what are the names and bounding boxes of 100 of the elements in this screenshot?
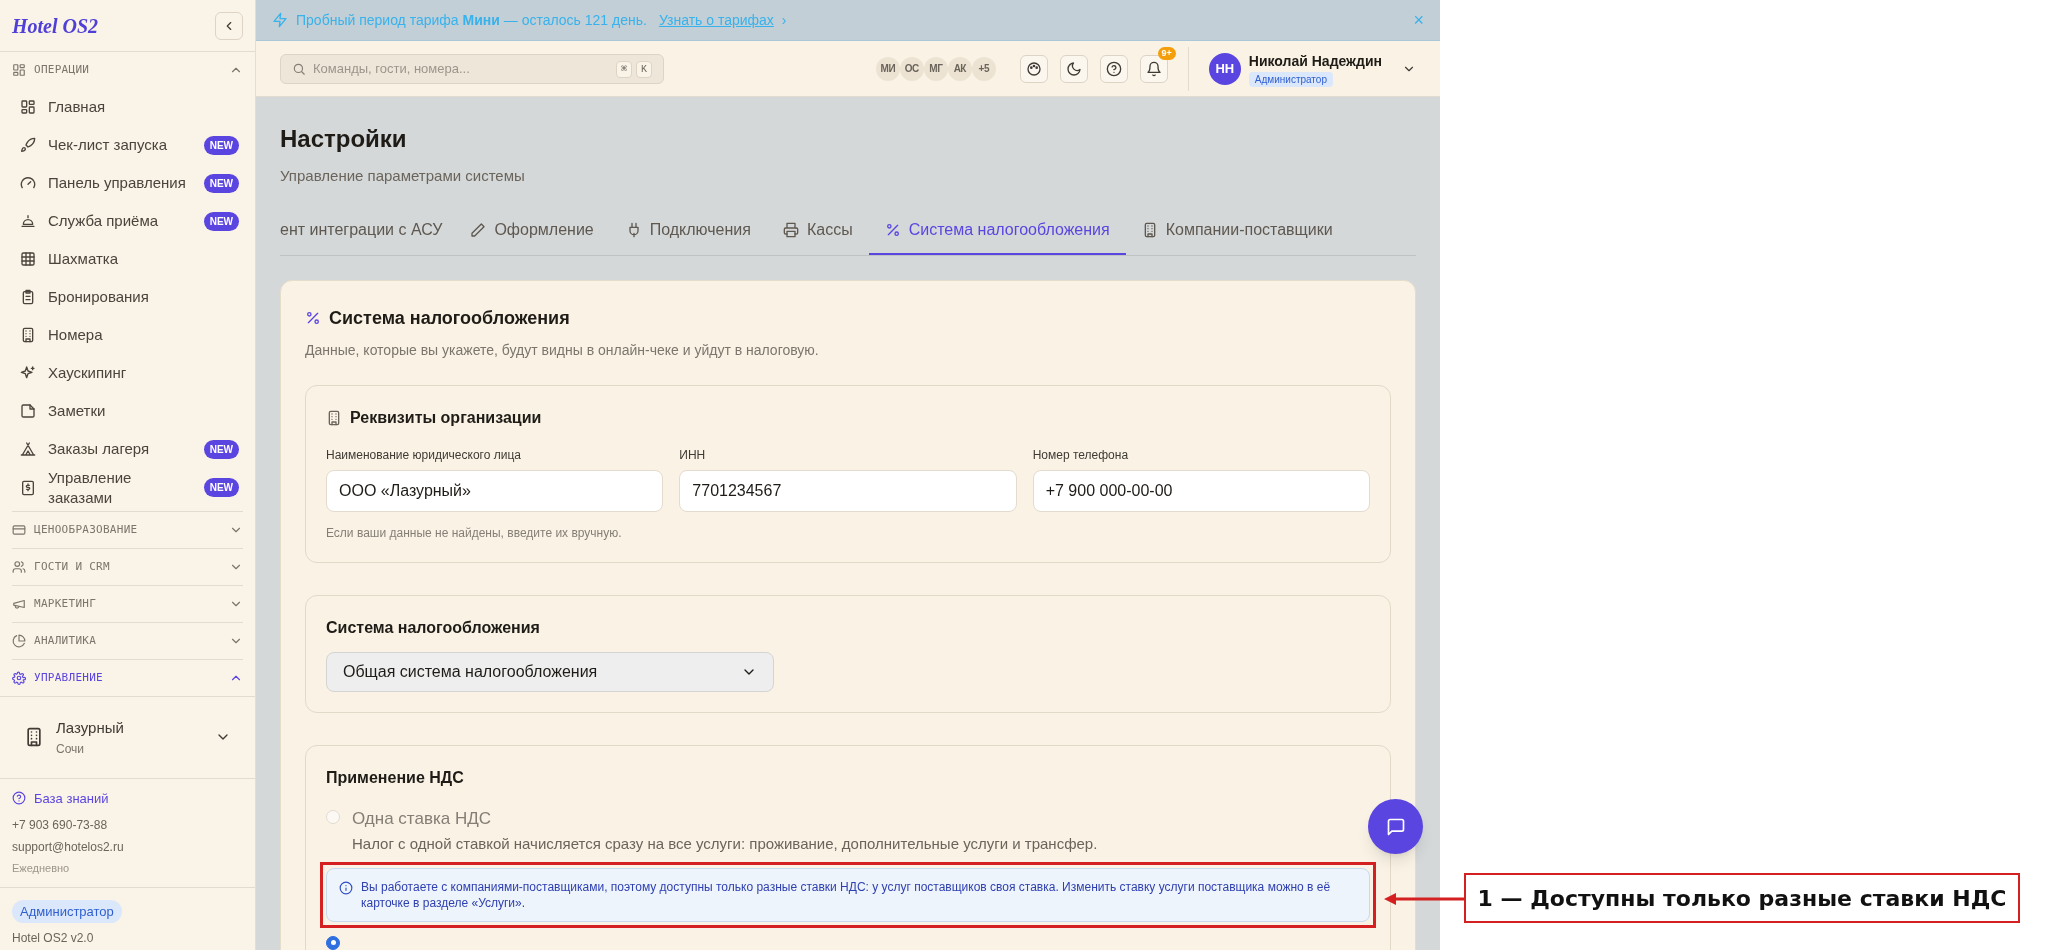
help-icon	[12, 791, 26, 806]
service-bell-icon	[20, 213, 36, 229]
user-menu[interactable]: НН Николай Надеждин Администратор	[1208, 50, 1416, 87]
user-avatar[interactable]: +5	[971, 56, 996, 81]
field-label: ИНН	[679, 446, 707, 464]
text-field[interactable]: +7 900 000-00-00	[1032, 469, 1370, 512]
chevron-icon: ›	[781, 9, 787, 31]
gauge-icon	[20, 175, 36, 191]
new-badge: NEW	[203, 211, 239, 231]
grid-icon	[20, 99, 36, 115]
sidebar-item[interactable]: Хаускипинг	[12, 354, 243, 392]
user-avatar: НН	[1208, 52, 1241, 85]
support-email: support@hotelos2.ru	[12, 839, 125, 856]
support-phone: +7 903 690-73-88	[12, 817, 109, 834]
sidebar-item[interactable]: Бронирования	[12, 278, 243, 316]
field-label: Наименование юридического лица	[326, 446, 522, 464]
property-city: Сочи	[56, 740, 86, 758]
sidebar-item[interactable]: Шахматка	[12, 240, 243, 278]
sidebar-item[interactable]: Чек-лист запуска NEW	[12, 126, 243, 164]
new-badge: NEW	[203, 173, 239, 193]
card-title: Система налогообложения	[329, 306, 570, 330]
field-hint: Если ваши данные не найдены, введите их вручную.	[326, 524, 623, 542]
property-selector[interactable]: Лазурный Сочи	[24, 717, 231, 758]
help-button[interactable]	[1099, 54, 1128, 83]
search-icon	[292, 61, 306, 76]
building-icon	[24, 727, 44, 748]
pie-chart-icon	[12, 634, 26, 648]
sidebar-item[interactable]: Номера	[12, 316, 243, 354]
percent-icon	[305, 310, 321, 326]
tax-system-select[interactable]: Общая система налогообложения	[326, 651, 774, 692]
settings-tab[interactable]: Оформление	[454, 207, 610, 255]
user-name: Николай Надеждин	[1248, 51, 1382, 71]
new-badge: NEW	[203, 478, 239, 497]
user-role: Администратор	[1248, 71, 1333, 87]
chat-icon	[1385, 816, 1406, 837]
panel-title: Система налогообложения	[326, 617, 541, 638]
palette-icon	[1025, 60, 1042, 77]
app-version: Hotel OS2 v2.0	[12, 930, 94, 947]
sidebar-section-header[interactable]: ЦЕНООБРАЗОВАНИЕ	[12, 512, 243, 548]
sidebar-item[interactable]: Служба приёма NEW	[12, 202, 243, 240]
text-field[interactable]: 7701234567	[679, 469, 1017, 512]
annotation-label: 1 — Доступны только разные ставки НДС	[1464, 873, 2020, 923]
settings-tab[interactable]: Подключения	[609, 207, 767, 255]
panel-title: Применение НДС	[326, 767, 465, 788]
printer-icon	[782, 222, 799, 238]
sidebar-item[interactable]: Главная	[12, 88, 243, 126]
settings-tab[interactable]: Компании-поставщики	[1125, 207, 1349, 255]
sparkles-icon	[20, 365, 36, 381]
card-icon	[12, 523, 26, 537]
percent-icon	[884, 222, 901, 238]
radio-description: Налог с одной ставкой начисляется сразу на все услуги: проживание, дополнительные услуги и трансфер.	[352, 834, 1098, 854]
radio-button[interactable]	[326, 935, 340, 950]
sidebar-section-header[interactable]: ГОСТИ И CRM	[12, 549, 243, 585]
sidebar-section-header[interactable]: ОПЕРАЦИИ	[12, 52, 243, 88]
user-avatar[interactable]: ОС	[899, 56, 924, 81]
user-avatar[interactable]: МГ	[923, 56, 948, 81]
pencil-icon	[470, 222, 487, 238]
role-badge: Администратор	[12, 899, 122, 923]
card-description: Данные, которые вы укажете, будут видны в онлайн-чеке и уйдут в налоговую.	[305, 340, 820, 360]
theme-button[interactable]	[1019, 54, 1048, 83]
sidebar-section-header[interactable]: АНАЛИТИКА	[12, 623, 243, 659]
app-logo[interactable]: Hotel OS2	[12, 10, 99, 41]
notice-text: Вы работаете с компаниями-поставщиками, поэтому доступны только разные ставки НДС: у услуг поставщиков своя ставка. Изменить ставку услуги поставщика можно в её карточке в разделе «Услуги».	[361, 878, 1332, 911]
knowledge-base-link[interactable]: База знаний	[12, 788, 243, 808]
notification-count: 9+	[1157, 46, 1176, 60]
moon-icon	[1065, 60, 1082, 77]
page-subtitle: Управление параметрами системы	[280, 166, 526, 186]
new-badge: NEW	[203, 135, 239, 155]
info-icon	[339, 880, 353, 895]
help-icon	[1105, 60, 1122, 77]
building-icon	[326, 409, 342, 426]
tent-icon	[20, 441, 36, 457]
text-field[interactable]: ООО «Лазурный»	[326, 469, 664, 512]
sidebar-item[interactable]: Заказы лагеря NEW	[12, 430, 243, 468]
settings-tab[interactable]: Система налогообложения	[868, 207, 1126, 255]
sidebar-section-header[interactable]: МАРКЕТИНГ	[12, 586, 243, 622]
panel-title: Реквизиты организации	[350, 407, 542, 428]
settings-tab[interactable]: Кассы	[766, 207, 869, 255]
clipboard-icon	[20, 289, 36, 305]
settings-icon	[12, 671, 26, 685]
sidebar-section-header[interactable]: УПРАВЛЕНИЕ	[12, 660, 243, 696]
bell-icon	[1145, 60, 1162, 77]
lightning-icon	[272, 12, 288, 28]
page-title: Настройки	[280, 124, 408, 154]
sidebar-item[interactable]: Заметки	[12, 392, 243, 430]
sidebar-item[interactable]: Панель управления NEW	[12, 164, 243, 202]
users-icon	[12, 560, 26, 574]
building-icon	[20, 327, 36, 343]
property-name: Лазурный	[56, 718, 125, 738]
settings-tab[interactable]: ент интеграции с АСУ	[280, 207, 455, 255]
sidebar-item[interactable]: Управление заказами NEW	[12, 468, 243, 507]
note-icon	[20, 403, 36, 419]
grid-icon	[12, 63, 26, 77]
support-hours: Ежедневно	[12, 861, 71, 876]
dark-mode-button[interactable]	[1059, 54, 1088, 83]
user-avatar[interactable]: МИ	[875, 56, 900, 81]
grid-table-icon	[20, 251, 36, 267]
user-avatar[interactable]: АК	[947, 56, 972, 81]
megaphone-icon	[12, 597, 26, 611]
notifications-button[interactable]	[1139, 54, 1168, 83]
